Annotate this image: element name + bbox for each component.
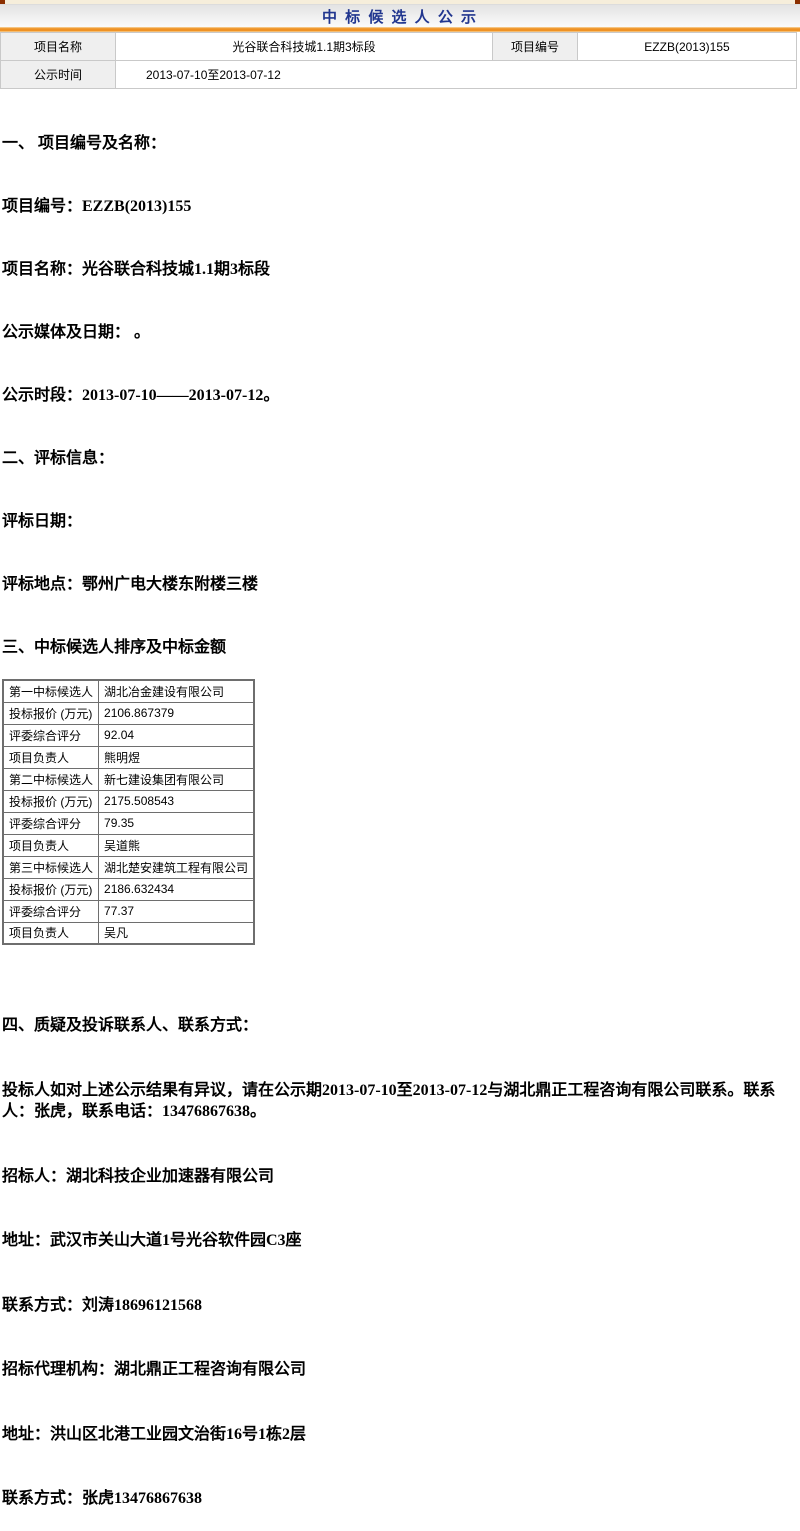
score3-value: 77.37 — [99, 900, 255, 922]
bid-price2-value: 2175.508543 — [99, 790, 255, 812]
agency-line: 招标代理机构：湖北鼎正工程咨询有限公司 — [2, 1359, 800, 1381]
candidate3-label: 第三中标候选人 — [3, 856, 99, 878]
info-row-publicity-time: 公示时间 2013-07-10至2013-07-12 — [1, 61, 797, 89]
project-no-value: EZZB(2013)155 — [578, 33, 797, 61]
score2-label: 评委综合评分 — [3, 812, 99, 834]
bid-price3-value: 2186.632434 — [99, 878, 255, 900]
candidate3-value: 湖北楚安建筑工程有限公司 — [99, 856, 255, 878]
section3-heading: 三、中标候选人排序及中标金额 — [2, 637, 800, 658]
project-no-line: 项目编号：EZZB(2013)155 — [2, 196, 800, 217]
bid-price1-label: 投标报价 (万元) — [3, 702, 99, 724]
project-name-line: 项目名称：光谷联合科技城1.1期3标段 — [2, 259, 800, 280]
bid-price2-label: 投标报价 (万元) — [3, 790, 99, 812]
page-title: 中 标 候 选 人 公 示 — [322, 6, 478, 27]
corner-accent-left — [0, 0, 5, 4]
bid-price1-value: 2106.867379 — [99, 702, 255, 724]
score1-value: 92.04 — [99, 724, 255, 746]
bid-price3-label: 投标报价 (万元) — [3, 878, 99, 900]
project-name-label: 项目名称 — [1, 33, 116, 61]
table-row: 评委综合评分 92.04 — [3, 724, 254, 746]
agency-address-line: 地址：洪山区北港工业园文治街16号1栋2层 — [2, 1424, 800, 1446]
tenderer-address-line: 地址：武汉市关山大道1号光谷软件园C3座 — [2, 1230, 800, 1252]
evaluation-place-line: 评标地点：鄂州广电大楼东附楼三楼 — [2, 574, 800, 595]
top-accent-strip — [0, 0, 800, 4]
candidate2-label: 第二中标候选人 — [3, 768, 99, 790]
table-row: 第二中标候选人 新七建设集团有限公司 — [3, 768, 254, 790]
score1-label: 评委综合评分 — [3, 724, 99, 746]
score2-value: 79.35 — [99, 812, 255, 834]
table-row: 投标报价 (万元) 2186.632434 — [3, 878, 254, 900]
table-row: 项目负责人 吴道熊 — [3, 834, 254, 856]
section1-heading: 一、 项目编号及名称： — [2, 133, 800, 154]
manager2-label: 项目负责人 — [3, 834, 99, 856]
publicity-period-line: 公示时段：2013-07-10——2013-07-12。 — [2, 385, 800, 406]
candidate2-value: 新七建设集团有限公司 — [99, 768, 255, 790]
section2-heading: 二、评标信息： — [2, 448, 800, 469]
section4-heading: 四、质疑及投诉联系人、联系方式： — [2, 1015, 800, 1037]
project-no-label: 项目编号 — [493, 33, 578, 61]
announcement-body: 一、 项目编号及名称： 项目编号：EZZB(2013)155 项目名称：光谷联合… — [0, 91, 800, 679]
manager1-label: 项目负责人 — [3, 746, 99, 768]
manager3-value: 吴凡 — [99, 922, 255, 944]
table-row: 投标报价 (万元) 2106.867379 — [3, 702, 254, 724]
agency-contact-line: 联系方式：张虎13476867638 — [2, 1488, 800, 1510]
candidate1-label: 第一中标候选人 — [3, 680, 99, 702]
table-row: 项目负责人 熊明煜 — [3, 746, 254, 768]
title-band: 中 标 候 选 人 公 示 — [0, 4, 800, 27]
table-row: 评委综合评分 77.37 — [3, 900, 254, 922]
info-row-project: 项目名称 光谷联合科技城1.1期3标段 项目编号 EZZB(2013)155 — [1, 33, 797, 61]
objection-paragraph: 投标人如对上述公示结果有异议，请在公示期2013-07-10至2013-07-1… — [2, 1080, 800, 1123]
score3-label: 评委综合评分 — [3, 900, 99, 922]
table-row: 投标报价 (万元) 2175.508543 — [3, 790, 254, 812]
publicity-time-label: 公示时间 — [1, 61, 116, 89]
project-info-table: 项目名称 光谷联合科技城1.1期3标段 项目编号 EZZB(2013)155 公… — [0, 32, 797, 89]
candidate-table: 第一中标候选人 湖北冶金建设有限公司 投标报价 (万元) 2106.867379… — [2, 679, 255, 945]
table-row: 第一中标候选人 湖北冶金建设有限公司 — [3, 680, 254, 702]
manager3-label: 项目负责人 — [3, 922, 99, 944]
manager1-value: 熊明煜 — [99, 746, 255, 768]
contact-section: 四、质疑及投诉联系人、联系方式： 投标人如对上述公示结果有异议，请在公示期201… — [0, 972, 800, 1531]
publicity-media-line: 公示媒体及日期： 。 — [2, 322, 800, 343]
manager2-value: 吴道熊 — [99, 834, 255, 856]
publicity-time-value: 2013-07-10至2013-07-12 — [116, 61, 797, 89]
candidate1-value: 湖北冶金建设有限公司 — [99, 680, 255, 702]
table-row: 第三中标候选人 湖北楚安建筑工程有限公司 — [3, 856, 254, 878]
evaluation-date-line: 评标日期： — [2, 511, 800, 532]
table-row: 项目负责人 吴凡 — [3, 922, 254, 944]
corner-accent-right — [795, 0, 800, 4]
tenderer-contact-line: 联系方式：刘涛18696121568 — [2, 1295, 800, 1317]
table-row: 评委综合评分 79.35 — [3, 812, 254, 834]
tenderer-line: 招标人：湖北科技企业加速器有限公司 — [2, 1166, 800, 1188]
project-name-value: 光谷联合科技城1.1期3标段 — [116, 33, 493, 61]
